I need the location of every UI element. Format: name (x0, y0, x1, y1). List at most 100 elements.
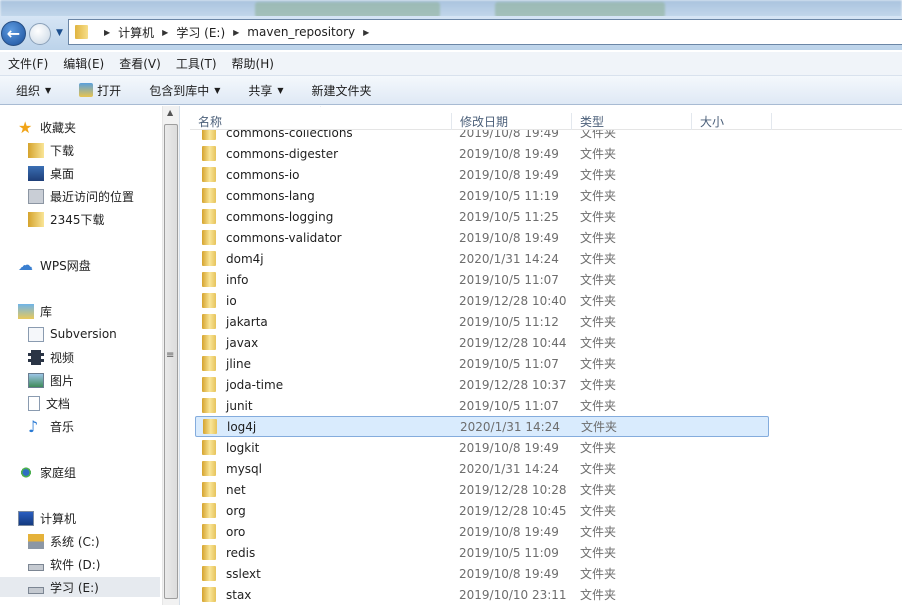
sidebar-wps-cloud[interactable]: ☁ WPS网盘 (18, 255, 91, 275)
sidebar-item-subversion[interactable]: Subversion (28, 324, 117, 344)
folder-icon (202, 146, 216, 161)
drive-icon (28, 586, 44, 594)
file-date: 2019/10/8 19:49 (459, 130, 559, 140)
file-date: 2020/1/31 14:24 (459, 461, 559, 476)
sidebar-item-desktop[interactable]: 桌面 (28, 163, 74, 183)
folder-icon (202, 314, 216, 329)
caret-down-icon: ▼ (214, 85, 221, 95)
file-row[interactable]: javax 2019/12/28 10:44 文件夹 (195, 332, 769, 353)
file-row[interactable]: dom4j 2020/1/31 14:24 文件夹 (195, 248, 769, 269)
organize-button[interactable]: 组织 ▼ (16, 82, 51, 99)
open-button[interactable]: 打开 (79, 82, 121, 99)
homegroup-icon (18, 464, 34, 480)
file-row[interactable]: sslext 2019/10/8 19:49 文件夹 (195, 563, 769, 584)
file-row[interactable]: commons-io 2019/10/8 19:49 文件夹 (195, 164, 769, 185)
file-row[interactable]: logkit 2019/10/8 19:49 文件夹 (195, 437, 769, 458)
breadcrumb-computer[interactable]: 计算机 (118, 24, 154, 41)
file-type: 文件夹 (580, 525, 617, 539)
sidebar-item-documents[interactable]: 文档 (28, 393, 70, 413)
file-row[interactable]: commons-digester 2019/10/8 19:49 文件夹 (195, 143, 769, 164)
folder-icon (202, 440, 216, 455)
column-size[interactable]: 大小 (692, 113, 772, 130)
file-name: info (226, 272, 249, 287)
file-row[interactable]: redis 2019/10/5 11:09 文件夹 (195, 542, 769, 563)
recent-pages-dropdown[interactable]: ▼ (56, 28, 63, 38)
file-name: commons-io (226, 167, 300, 182)
column-name[interactable]: 名称 (190, 113, 452, 130)
video-icon (28, 349, 44, 365)
breadcrumb-drive-e[interactable]: 学习 (E:) (176, 24, 225, 41)
sidebar-favorites[interactable]: ★ 收藏夹 (18, 117, 76, 137)
file-type: 文件夹 (580, 231, 617, 245)
file-row[interactable]: net 2019/12/28 10:28 文件夹 (195, 479, 769, 500)
file-date: 2019/10/8 19:49 (459, 230, 559, 245)
sidebar-item-videos[interactable]: 视频 (28, 347, 74, 367)
sidebar-item-drive-c[interactable]: 系统 (C:) (28, 531, 100, 551)
drive-icon (28, 563, 44, 571)
sidebar-item-drive-e[interactable]: 学习 (E:) (0, 577, 160, 597)
chevron-right-icon[interactable]: ▶ (233, 28, 239, 37)
chevron-right-icon[interactable]: ▶ (104, 28, 110, 37)
sidebar-scrollbar[interactable]: ▲ ≡ (162, 106, 179, 605)
sidebar-label: 桌面 (50, 166, 75, 181)
breadcrumb-maven-repository[interactable]: maven_repository (247, 25, 355, 39)
menu-file[interactable]: 文件(F) (8, 55, 48, 72)
file-row[interactable]: oro 2019/10/8 19:49 文件夹 (195, 521, 769, 542)
file-name: commons-lang (226, 188, 315, 203)
forward-button[interactable] (29, 23, 51, 45)
column-type[interactable]: 类型 (572, 113, 692, 130)
folder-icon (202, 524, 216, 539)
folder-icon (202, 377, 216, 392)
folder-icon (202, 167, 216, 182)
sidebar-item-pictures[interactable]: 图片 (28, 370, 74, 390)
file-row[interactable]: commons-validator 2019/10/8 19:49 文件夹 (195, 227, 769, 248)
file-row[interactable]: stax 2019/10/10 23:11 文件夹 (195, 584, 769, 605)
sidebar-item-downloads[interactable]: 下载 (28, 140, 74, 160)
sidebar-item-2345-downloads[interactable]: 2345下载 (28, 209, 105, 229)
file-row[interactable]: jakarta 2019/10/5 11:12 文件夹 (195, 311, 769, 332)
sidebar-item-music[interactable]: ♪ 音乐 (28, 416, 74, 436)
menu-tools[interactable]: 工具(T) (176, 55, 217, 72)
file-name: net (226, 482, 246, 497)
file-row[interactable]: commons-lang 2019/10/5 11:19 文件夹 (195, 185, 769, 206)
scroll-up-arrow-icon[interactable]: ▲ (167, 108, 173, 117)
sidebar-computer[interactable]: 计算机 (18, 508, 76, 528)
include-in-library-button[interactable]: 包含到库中 ▼ (149, 82, 220, 99)
scrollbar-thumb[interactable] (164, 124, 178, 599)
file-row[interactable]: junit 2019/10/5 11:07 文件夹 (195, 395, 769, 416)
file-date: 2019/12/28 10:28 (459, 482, 567, 497)
menu-edit[interactable]: 编辑(E) (63, 55, 104, 72)
file-date: 2019/10/5 11:19 (459, 188, 559, 203)
command-bar: 组织 ▼ 打开 包含到库中 ▼ 共享 ▼ 新建文件夹 (0, 76, 902, 105)
chevron-right-icon[interactable]: ▶ (162, 28, 168, 37)
address-bar[interactable]: ▶ 计算机 ▶ 学习 (E:) ▶ maven_repository ▶ (68, 19, 902, 45)
file-row[interactable]: info 2019/10/5 11:07 文件夹 (195, 269, 769, 290)
file-type: 文件夹 (580, 483, 617, 497)
file-name: org (226, 503, 246, 518)
file-type: 文件夹 (580, 189, 617, 203)
file-row[interactable]: io 2019/12/28 10:40 文件夹 (195, 290, 769, 311)
folder-icon (202, 251, 216, 266)
sidebar-libraries[interactable]: 库 (18, 301, 52, 321)
column-date-modified[interactable]: 修改日期 (452, 113, 572, 130)
file-row[interactable]: jline 2019/10/5 11:07 文件夹 (195, 353, 769, 374)
file-name: commons-validator (226, 230, 342, 245)
menu-view[interactable]: 查看(V) (119, 55, 161, 72)
folder-icon (203, 419, 217, 434)
sidebar-item-recent-places[interactable]: 最近访问的位置 (28, 186, 134, 206)
back-button[interactable]: ← (1, 21, 26, 46)
sidebar-item-drive-d[interactable]: 软件 (D:) (28, 554, 100, 574)
file-row[interactable]: joda-time 2019/12/28 10:37 文件夹 (195, 374, 769, 395)
file-row[interactable]: commons-collections 2019/10/8 19:49 文件夹 (195, 130, 769, 143)
chevron-right-icon[interactable]: ▶ (363, 28, 369, 37)
file-row[interactable]: log4j 2020/1/31 14:24 文件夹 (195, 416, 769, 437)
file-row[interactable]: mysql 2020/1/31 14:24 文件夹 (195, 458, 769, 479)
file-row[interactable]: commons-logging 2019/10/5 11:25 文件夹 (195, 206, 769, 227)
folder-icon (202, 293, 216, 308)
folder-icon (202, 188, 216, 203)
file-row[interactable]: org 2019/12/28 10:45 文件夹 (195, 500, 769, 521)
sidebar-homegroup[interactable]: 家庭组 (18, 462, 76, 482)
share-button[interactable]: 共享 ▼ (248, 82, 283, 99)
menu-help[interactable]: 帮助(H) (232, 55, 274, 72)
new-folder-button[interactable]: 新建文件夹 (312, 82, 372, 99)
